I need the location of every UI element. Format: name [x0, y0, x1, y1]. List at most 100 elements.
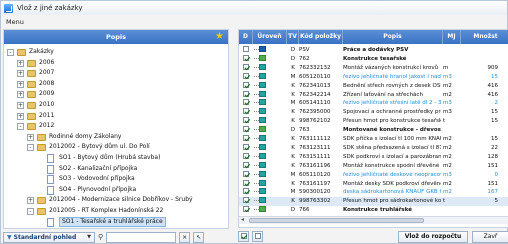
tree-node[interactable]: +2007 [4, 68, 228, 79]
col-header-quantity[interactable]: Množst [461, 30, 508, 44]
table-row[interactable]: K 762395000 Spojovací a ochranné prostředk… [239, 108, 508, 117]
quantity-cell [461, 126, 501, 135]
table-row[interactable]: M 605110120 řezivo jehličnaté deskové neop… [239, 170, 508, 180]
row-checkbox[interactable] [243, 117, 249, 124]
col-header-tv[interactable]: TV [287, 30, 299, 44]
table-row[interactable]: D763 Montované konstrukce - dřevostavby, [239, 126, 508, 135]
collapse-icon[interactable]: - [27, 144, 34, 152]
tree-node[interactable]: +2006 [4, 58, 228, 69]
table-row[interactable]: D 762 Konstrukce tesařské [239, 54, 508, 64]
row-checkbox[interactable] [243, 81, 249, 88]
collapse-icon[interactable]: - [27, 207, 34, 215]
table-row[interactable]: M 605141110 řezivo jehličnaté střešní latě… [239, 99, 508, 108]
collapse-icon[interactable]: - [7, 49, 14, 56]
check-all-button[interactable] [238, 231, 249, 242]
level-icon [259, 197, 266, 204]
level-cell [253, 72, 287, 82]
expand-icon[interactable]: + [17, 80, 24, 88]
tree-node[interactable]: - 2012 [4, 121, 228, 132]
tree-node[interactable]: + Rodinné domy Zákolany [4, 132, 228, 143]
tree-node[interactable]: +2008 [4, 79, 228, 90]
title-bar: Vlož z jiné zakázky [1, 1, 507, 15]
tree-node[interactable]: - 2012002 - Bytový dům ul. Do Polí [4, 142, 228, 153]
tree-node[interactable]: +2011 [4, 111, 228, 122]
row-checkbox[interactable] [243, 99, 249, 106]
table-row[interactable]: K 763151111 SDK podkroví s izolací a paroz… [239, 152, 508, 162]
document-icon [47, 164, 54, 174]
row-checkbox-cell [239, 99, 253, 108]
col-header-description[interactable]: Popis [343, 30, 443, 44]
menu-bar[interactable]: Menu [3, 18, 229, 28]
table-row[interactable]: K 763161196 Montáž konstrukce spodní dřevě… [239, 161, 508, 171]
row-checkbox[interactable] [243, 108, 249, 115]
row-checkbox[interactable] [243, 46, 249, 52]
row-checkbox[interactable] [243, 72, 249, 79]
expand-icon[interactable]: + [17, 101, 24, 109]
row-checkbox[interactable] [243, 143, 249, 150]
quantity-cell: 15 [491, 136, 498, 142]
row-checkbox[interactable] [243, 152, 249, 159]
table-row[interactable]: M 605120110 řezivo jehličnaté hranol jakos… [239, 72, 508, 82]
search-input[interactable] [106, 231, 177, 243]
clear-search-button[interactable]: × [179, 231, 191, 243]
tree-node[interactable]: - Zakázky [4, 47, 228, 58]
tree-node[interactable]: +2009 [4, 89, 228, 100]
tree-node[interactable]: SO3 - Vodovodní přípojka [4, 174, 228, 185]
search-go-button[interactable]: ↖ [193, 231, 205, 243]
tree-node[interactable]: +2012004 - Modernizace silnice Dobříkov … [4, 195, 228, 206]
row-checkbox[interactable] [243, 54, 249, 61]
tree-node[interactable]: - 2012005 - RT Komplex Hadonínská 22 [4, 206, 228, 217]
scroll-left-icon[interactable]: ◂ [241, 216, 244, 223]
table-row[interactable]: K 763123111 SDK stěna předsazená s izolací… [239, 143, 508, 153]
row-checkbox[interactable] [243, 188, 249, 195]
collapse-icon[interactable]: - [17, 123, 24, 131]
table-row[interactable]: K 998762102 Přesun hmot pro konstrukce tes… [239, 117, 508, 126]
col-header-unit[interactable]: MJ [443, 30, 461, 44]
scrollbar-thumb[interactable] [249, 218, 424, 223]
table-row[interactable]: K 763111112 SDK příčka s izolací tl 100 mm… [239, 135, 508, 144]
tree-node[interactable]: +2010 [4, 100, 228, 111]
tree-node[interactable]: SO1 - Bytový dům (Hrubá stavba) [4, 153, 228, 164]
col-header-level[interactable]: Úroveň [253, 30, 287, 44]
row-checkbox[interactable] [243, 135, 249, 141]
row-checkbox[interactable] [243, 179, 249, 186]
expand-icon[interactable]: + [27, 197, 34, 205]
view-select[interactable]: ▼ Standardní pohled ▼ [3, 231, 95, 243]
expand-icon[interactable]: + [17, 91, 24, 99]
code-cell: 763161196 [299, 162, 331, 169]
row-checkbox[interactable] [243, 90, 249, 97]
uncheck-all-button[interactable] [252, 231, 263, 242]
row-checkbox[interactable] [243, 206, 249, 213]
col-header-chk[interactable]: D [239, 30, 253, 44]
favorite-star-icon[interactable]: ★ [215, 31, 224, 43]
horizontal-scrollbar[interactable]: ◂ [239, 216, 508, 224]
row-checkbox-cell [239, 46, 253, 55]
table-row[interactable]: K 762341013 Bednění střech rovných z desek… [239, 81, 508, 91]
document-icon [47, 175, 54, 185]
tree-node[interactable]: SO4 - Plynovodní přípojka [4, 185, 228, 196]
table-row[interactable]: K 998763302 Přesun hmot pro sádrokartonové… [239, 197, 508, 206]
tree-node[interactable]: SO1 - Tesařské a truhlářské práce [4, 216, 228, 228]
expand-icon[interactable]: + [17, 59, 24, 67]
tree-header[interactable]: Popis ★ [4, 30, 228, 44]
table-row[interactable]: D 766 Konstrukce truhlářské [239, 206, 508, 215]
row-checkbox[interactable] [243, 161, 249, 168]
description-cell: Spojovací a ochranné prostředky pro [343, 109, 441, 116]
expand-icon[interactable]: + [27, 133, 34, 141]
expand-icon[interactable]: + [17, 70, 24, 78]
table-row[interactable]: M 590300120 deska sádrokartonová KNAUF GKB… [239, 188, 508, 197]
table-row[interactable]: K 762342214 Zřízení laťování na střechách m… [239, 90, 508, 100]
tree-node[interactable]: SO2 - Elektro [4, 227, 228, 228]
close-button[interactable]: Zavř [472, 231, 508, 243]
table-row[interactable]: D PSV Práce a dodávky PSV [239, 46, 508, 55]
insert-to-budget-button[interactable]: Vlož do rozpočtu [398, 231, 468, 243]
tree-node[interactable]: SO2 - Kanalizační přípojka [4, 164, 228, 175]
table-row[interactable]: K 762332132 Montáž vázaných konstrukcí kro… [239, 63, 508, 73]
row-checkbox[interactable] [243, 63, 249, 70]
table-row[interactable]: K 763161197 Montáž desky SDK podkroví dřev… [239, 179, 508, 189]
row-checkbox[interactable] [243, 197, 249, 204]
col-header-code[interactable]: Kód položky [299, 30, 343, 44]
row-checkbox[interactable] [243, 126, 249, 133]
expand-icon[interactable]: + [17, 112, 24, 120]
row-checkbox[interactable] [243, 170, 249, 177]
